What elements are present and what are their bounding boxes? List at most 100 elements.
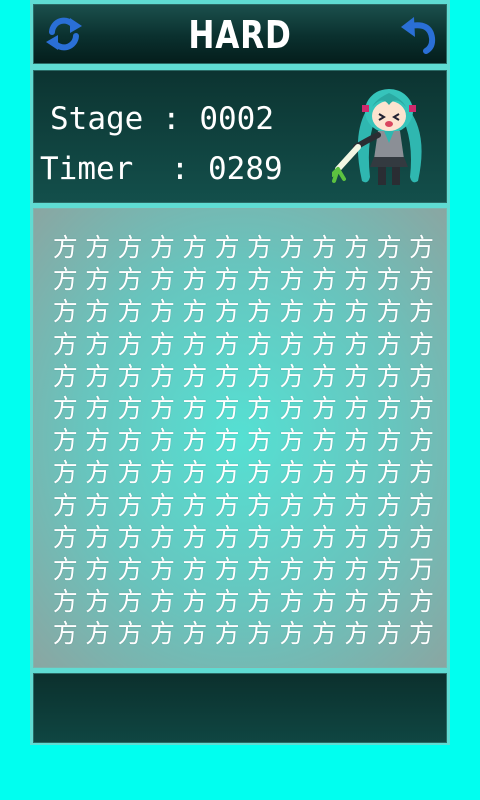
grid-cell-odd[interactable]: 万 (405, 554, 437, 586)
grid-cell[interactable]: 方 (243, 329, 275, 361)
undo-button[interactable] (398, 14, 438, 54)
grid-cell[interactable]: 方 (49, 554, 81, 586)
grid-cell[interactable]: 方 (276, 393, 308, 425)
grid-cell[interactable]: 方 (49, 393, 81, 425)
grid-cell[interactable]: 方 (243, 232, 275, 264)
grid-cell[interactable]: 方 (179, 554, 211, 586)
grid-cell[interactable]: 方 (114, 232, 146, 264)
grid-cell[interactable]: 方 (81, 522, 113, 554)
grid-cell[interactable]: 方 (341, 329, 373, 361)
grid-cell[interactable]: 方 (405, 490, 437, 522)
grid-cell[interactable]: 方 (49, 264, 81, 296)
grid-cell[interactable]: 方 (373, 586, 405, 618)
grid-cell[interactable]: 方 (179, 232, 211, 264)
grid-cell[interactable]: 方 (146, 296, 178, 328)
grid-cell[interactable]: 方 (179, 618, 211, 650)
grid-cell[interactable]: 方 (405, 264, 437, 296)
grid-cell[interactable]: 方 (49, 361, 81, 393)
grid-cell[interactable]: 方 (49, 425, 81, 457)
grid-cell[interactable]: 方 (373, 457, 405, 489)
grid-cell[interactable]: 方 (243, 490, 275, 522)
grid-cell[interactable]: 方 (276, 361, 308, 393)
grid-cell[interactable]: 方 (373, 329, 405, 361)
grid-cell[interactable]: 方 (243, 425, 275, 457)
grid-cell[interactable]: 方 (211, 490, 243, 522)
grid-cell[interactable]: 方 (243, 361, 275, 393)
grid-cell[interactable]: 方 (146, 264, 178, 296)
grid-cell[interactable]: 方 (308, 232, 340, 264)
grid-cell[interactable]: 方 (341, 554, 373, 586)
grid-cell[interactable]: 方 (405, 393, 437, 425)
grid-cell[interactable]: 方 (341, 457, 373, 489)
grid-cell[interactable]: 方 (405, 618, 437, 650)
grid-cell[interactable]: 方 (308, 522, 340, 554)
grid-cell[interactable]: 方 (243, 554, 275, 586)
grid-cell[interactable]: 方 (211, 264, 243, 296)
grid-cell[interactable]: 方 (49, 457, 81, 489)
grid-cell[interactable]: 方 (146, 618, 178, 650)
grid-cell[interactable]: 方 (276, 329, 308, 361)
grid-cell[interactable]: 方 (49, 296, 81, 328)
grid-cell[interactable]: 方 (49, 586, 81, 618)
grid-cell[interactable]: 方 (211, 329, 243, 361)
grid-cell[interactable]: 方 (81, 554, 113, 586)
grid-cell[interactable]: 方 (405, 361, 437, 393)
grid-cell[interactable]: 方 (341, 618, 373, 650)
grid-cell[interactable]: 方 (146, 457, 178, 489)
grid-cell[interactable]: 方 (211, 554, 243, 586)
grid-cell[interactable]: 方 (211, 457, 243, 489)
grid-cell[interactable]: 方 (114, 264, 146, 296)
grid-cell[interactable]: 方 (405, 522, 437, 554)
grid-cell[interactable]: 方 (179, 329, 211, 361)
grid-cell[interactable]: 方 (81, 232, 113, 264)
grid-cell[interactable]: 方 (146, 232, 178, 264)
grid-cell[interactable]: 方 (81, 618, 113, 650)
grid-cell[interactable]: 方 (276, 490, 308, 522)
grid-cell[interactable]: 方 (211, 393, 243, 425)
grid-cell[interactable]: 方 (146, 329, 178, 361)
grid-cell[interactable]: 方 (179, 296, 211, 328)
grid-cell[interactable]: 方 (308, 296, 340, 328)
grid-cell[interactable]: 方 (49, 329, 81, 361)
grid-cell[interactable]: 方 (81, 457, 113, 489)
grid-cell[interactable]: 方 (114, 457, 146, 489)
grid-cell[interactable]: 方 (243, 586, 275, 618)
grid-cell[interactable]: 方 (308, 425, 340, 457)
grid-cell[interactable]: 方 (308, 490, 340, 522)
grid-cell[interactable]: 方 (276, 425, 308, 457)
grid-cell[interactable]: 方 (373, 425, 405, 457)
grid-cell[interactable]: 方 (114, 586, 146, 618)
grid-cell[interactable]: 方 (276, 554, 308, 586)
grid-cell[interactable]: 方 (114, 618, 146, 650)
grid-cell[interactable]: 方 (81, 296, 113, 328)
grid-cell[interactable]: 方 (179, 361, 211, 393)
grid-cell[interactable]: 方 (405, 329, 437, 361)
grid-cell[interactable]: 方 (81, 329, 113, 361)
grid-cell[interactable]: 方 (179, 490, 211, 522)
grid-cell[interactable]: 方 (243, 522, 275, 554)
grid-cell[interactable]: 方 (341, 425, 373, 457)
grid-cell[interactable]: 方 (276, 618, 308, 650)
grid-cell[interactable]: 方 (308, 361, 340, 393)
grid-cell[interactable]: 方 (308, 618, 340, 650)
grid-cell[interactable]: 方 (308, 554, 340, 586)
grid-cell[interactable]: 方 (114, 393, 146, 425)
grid-cell[interactable]: 方 (243, 264, 275, 296)
grid-cell[interactable]: 方 (81, 425, 113, 457)
grid-cell[interactable]: 方 (276, 296, 308, 328)
grid-cell[interactable]: 方 (146, 522, 178, 554)
grid-cell[interactable]: 方 (243, 296, 275, 328)
grid-cell[interactable]: 方 (81, 490, 113, 522)
grid-cell[interactable]: 方 (405, 232, 437, 264)
grid-cell[interactable]: 方 (405, 425, 437, 457)
grid-cell[interactable]: 方 (243, 393, 275, 425)
grid-cell[interactable]: 方 (179, 393, 211, 425)
grid-cell[interactable]: 方 (373, 296, 405, 328)
grid-cell[interactable]: 方 (114, 425, 146, 457)
grid-cell[interactable]: 方 (81, 393, 113, 425)
grid-cell[interactable]: 方 (81, 586, 113, 618)
grid-cell[interactable]: 方 (211, 522, 243, 554)
grid-cell[interactable]: 方 (81, 264, 113, 296)
grid-cell[interactable]: 方 (341, 296, 373, 328)
grid-cell[interactable]: 方 (49, 522, 81, 554)
